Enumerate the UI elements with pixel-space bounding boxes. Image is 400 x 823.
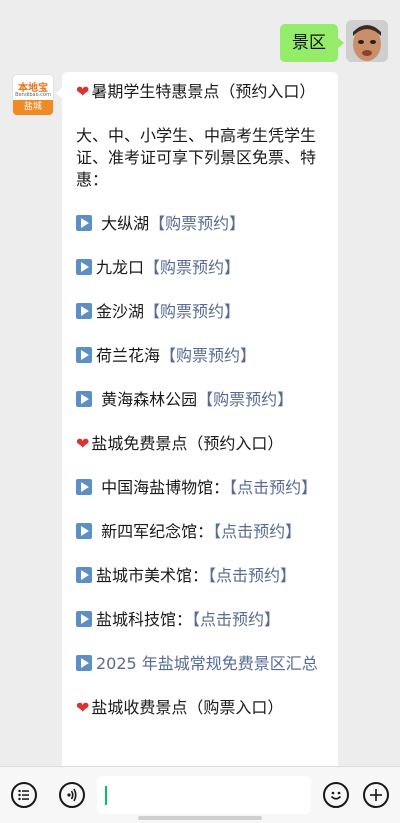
booking-link[interactable]: 【购票预约】 bbox=[197, 390, 293, 409]
bot-message-bubble: ❤ 暑期学生特惠景点（预约入口） 大、中、小学生、中高考生凭学生证、准考证可享下列… bbox=[56, 72, 338, 766]
play-icon bbox=[76, 347, 92, 363]
section-title-student-text: 暑期学生特惠景点（预约入口） bbox=[91, 82, 316, 101]
message-input[interactable] bbox=[97, 776, 311, 814]
reserve-link[interactable]: 【点击预约】 bbox=[208, 566, 296, 585]
menu-button[interactable] bbox=[11, 782, 37, 808]
heart-icon: ❤ bbox=[76, 82, 90, 101]
venue-name: 盐城科技馆： bbox=[96, 610, 193, 629]
list-item: 中国海盐博物馆：【点击预约】 bbox=[76, 477, 328, 499]
reserve-link[interactable]: 【点击预约】 bbox=[213, 522, 301, 541]
user-message-text: 景区 bbox=[292, 33, 326, 53]
text-caret bbox=[105, 786, 107, 805]
section-title-paid-text: 盐城收费景点（购票入口） bbox=[91, 698, 284, 717]
play-icon bbox=[76, 523, 92, 539]
home-indicator bbox=[138, 816, 262, 820]
list-item: 金沙湖【购票预约】 bbox=[76, 301, 328, 323]
list-item: 大纵湖【购票预约】 bbox=[76, 213, 328, 235]
user-avatar[interactable] bbox=[346, 20, 388, 62]
section-title-free: ❤ 盐城免费景点（预约入口） bbox=[76, 433, 328, 455]
bot-avatar-brand-sub: Bendibao.com bbox=[15, 92, 51, 98]
list-item: 盐城科技馆：【点击预约】 bbox=[76, 609, 328, 631]
user-avatar-image bbox=[346, 20, 388, 62]
booking-link[interactable]: 【购票预约】 bbox=[149, 214, 245, 233]
play-icon bbox=[76, 655, 92, 671]
play-icon bbox=[76, 479, 92, 495]
play-icon bbox=[76, 215, 92, 231]
voice-icon bbox=[67, 788, 77, 802]
booking-link[interactable]: 【购票预约】 bbox=[144, 258, 240, 277]
chat-area: 景区 本地宝 Bendibao.com 盐城 ❤ 暑期学生特惠景点（预约入口） 大… bbox=[0, 0, 400, 766]
scenic-name: 荷兰花海 bbox=[96, 346, 161, 365]
section-title-free-text: 盐城免费景点（预约入口） bbox=[91, 434, 284, 453]
play-icon bbox=[76, 259, 92, 275]
list-icon bbox=[18, 789, 29, 801]
venue-name: 新四军纪念馆： bbox=[96, 522, 214, 541]
summary-link-text: 2025 年盐城常规免费景区汇总 bbox=[96, 654, 318, 673]
section-title-student: ❤ 暑期学生特惠景点（预约入口） bbox=[76, 81, 328, 103]
list-item: 黄海森林公园【购票预约】 bbox=[76, 389, 328, 411]
intro-text: 大、中、小学生、中高考生凭学生证、准考证可享下列景区免票、特惠： bbox=[76, 126, 317, 189]
play-icon bbox=[76, 611, 92, 627]
more-button[interactable] bbox=[363, 782, 389, 808]
plus-icon bbox=[370, 789, 382, 801]
heart-icon: ❤ bbox=[76, 434, 90, 453]
summary-link[interactable]: 2025 年盐城常规免费景区汇总 bbox=[76, 653, 328, 675]
venue-name: 盐城市美术馆： bbox=[96, 566, 209, 585]
bot-avatar[interactable]: 本地宝 Bendibao.com 盐城 bbox=[12, 74, 54, 116]
venue-name: 中国海盐博物馆： bbox=[96, 478, 230, 497]
emoji-button[interactable] bbox=[323, 782, 349, 808]
section-title-paid: ❤ 盐城收费景点（购票入口） bbox=[76, 697, 328, 719]
play-icon bbox=[76, 567, 92, 583]
reserve-link[interactable]: 【点击预约】 bbox=[229, 478, 317, 497]
bot-avatar-city: 盐城 bbox=[13, 100, 53, 115]
input-toolbar bbox=[0, 766, 400, 823]
play-icon bbox=[76, 391, 92, 407]
scenic-name: 九龙口 bbox=[96, 258, 145, 277]
reserve-link[interactable]: 【点击预约】 bbox=[192, 610, 280, 629]
booking-link[interactable]: 【购票预约】 bbox=[144, 302, 240, 321]
list-item: 盐城市美术馆：【点击预约】 bbox=[76, 565, 328, 587]
play-icon bbox=[76, 303, 92, 319]
list-item: 荷兰花海【购票预约】 bbox=[76, 345, 328, 367]
heart-icon: ❤ bbox=[76, 698, 90, 717]
list-item: 九龙口【购票预约】 bbox=[76, 257, 328, 279]
smiley-icon bbox=[330, 791, 342, 800]
list-item: 新四军纪念馆：【点击预约】 bbox=[76, 521, 328, 543]
scenic-name: 黄海森林公园 bbox=[96, 390, 198, 409]
voice-button[interactable] bbox=[59, 782, 85, 808]
scenic-name: 大纵湖 bbox=[96, 214, 150, 233]
booking-link[interactable]: 【购票预约】 bbox=[160, 346, 256, 365]
user-message-bubble[interactable]: 景区 bbox=[280, 24, 344, 62]
scenic-name: 金沙湖 bbox=[96, 302, 145, 321]
